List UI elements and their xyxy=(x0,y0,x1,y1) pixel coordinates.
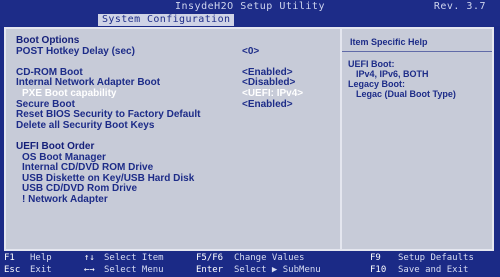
key-action-label: Select ▶ SubMenu xyxy=(234,265,321,275)
help-line: IPv4, IPv6, BOTH xyxy=(356,69,429,79)
setting-value[interactable]: <Disabled> xyxy=(242,77,295,88)
setting-usb-diskette-on-key-usb-hard-disk[interactable]: USB Diskette on Key/USB Hard Disk xyxy=(6,173,336,184)
tab-bar: System Configuration xyxy=(0,14,500,26)
setting-cd-rom-boot[interactable]: CD-ROM Boot <Enabled> xyxy=(6,67,336,78)
setting-internal-network-adapter-boot[interactable]: Internal Network Adapter Boot <Disabled> xyxy=(6,77,336,88)
setting-label: USB CD/DVD Rom Drive xyxy=(22,183,138,195)
setting-value[interactable]: <0> xyxy=(242,46,259,57)
key-save-and-exit: F10 xyxy=(370,265,387,275)
key-help: F1 xyxy=(4,253,15,263)
setting-label: UEFI Boot Order xyxy=(16,141,95,152)
setting-delete-all-security-boot-keys[interactable]: Delete all Security Boot Keys xyxy=(6,120,336,131)
setting-reset-bios-security-to-factory-default[interactable]: Reset BIOS Security to Factory Default xyxy=(6,109,336,120)
key-action-label: Select Menu xyxy=(104,265,164,275)
setting-usb-cd-dvd-rom-drive[interactable]: USB CD/DVD Rom Drive xyxy=(6,183,336,194)
bios-setup-screen: InsydeH2O Setup Utility Rev. 3.7 System … xyxy=(0,0,500,277)
key-action-label: Save and Exit xyxy=(398,265,469,275)
key-change-values: F5/F6 xyxy=(196,253,224,263)
key-setup-defaults: F9 xyxy=(370,253,381,263)
help-title: Item Specific Help xyxy=(350,37,428,47)
help-separator xyxy=(342,51,492,52)
setting-value[interactable]: <UEFI: IPv4> xyxy=(242,88,303,99)
setting-value[interactable]: <Enabled> xyxy=(242,99,293,110)
key-select-submenu: Enter xyxy=(196,265,224,275)
setting-label: Boot Options xyxy=(16,35,80,46)
setting-label: OS Boot Manager xyxy=(22,151,106,163)
key-action-label: Exit xyxy=(30,265,52,275)
setting-label: Reset BIOS Security to Factory Default xyxy=(16,109,201,121)
setting-os-boot-manager[interactable]: OS Boot Manager xyxy=(6,152,336,163)
key-action-label: Select Item xyxy=(104,253,164,263)
setting-label: Delete all Security Boot Keys xyxy=(16,119,155,131)
setting-label: ! Network Adapter xyxy=(22,194,108,205)
section-header: UEFI Boot Order xyxy=(6,141,336,152)
key-action-label: Help xyxy=(30,253,52,263)
setting-pxe-boot-capability[interactable]: PXE Boot capability <UEFI: IPv4> xyxy=(6,88,336,99)
setting-label: USB Diskette on Key/USB Hard Disk xyxy=(22,172,195,184)
help-line: UEFI Boot: xyxy=(348,59,395,69)
revision-label: Rev. 3.7 xyxy=(433,1,486,12)
setting-label: PXE Boot capability xyxy=(22,88,117,99)
setting-value[interactable]: <Enabled> xyxy=(242,67,293,78)
key-select-item: ↑↓ xyxy=(84,253,95,263)
setting-post-hotkey-delay-sec[interactable]: POST Hotkey Delay (sec) <0> xyxy=(6,46,336,57)
setting-label: POST Hotkey Delay (sec) xyxy=(16,45,135,57)
setting-label: Internal CD/DVD ROM Drive xyxy=(22,162,154,174)
key-action-label: Change Values xyxy=(234,253,305,263)
key-select-menu: ←→ xyxy=(84,265,95,275)
section-header: Boot Options xyxy=(6,35,336,46)
key-exit: Esc xyxy=(4,265,21,275)
title-bar: InsydeH2O Setup Utility Rev. 3.7 xyxy=(0,0,500,14)
setting-label: Secure Boot xyxy=(16,98,75,110)
help-line: Legacy Boot: xyxy=(348,79,406,89)
utility-title: InsydeH2O Setup Utility xyxy=(175,1,325,12)
setting-label: Internal Network Adapter Boot xyxy=(16,77,161,89)
setting-secure-boot[interactable]: Secure Boot <Enabled> xyxy=(6,99,336,110)
main-panel: Boot Options POST Hotkey Delay (sec) <0> CD… xyxy=(4,27,494,251)
setting-label: CD-ROM Boot xyxy=(16,66,83,78)
tab-system-configuration[interactable]: System Configuration xyxy=(98,14,235,26)
help-panel: Item Specific Help UEFI Boot: IPv4, IPv6,… xyxy=(342,29,492,249)
key-action-label: Setup Defaults xyxy=(398,253,474,263)
key-legend: F1 Help Esc Exit ↑↓ Select Item ←→ Select Menu F… xyxy=(0,251,500,277)
setting-internal-cd-dvd-rom-drive[interactable]: Internal CD/DVD ROM Drive xyxy=(6,162,336,173)
settings-list: Boot Options POST Hotkey Delay (sec) <0> CD… xyxy=(6,29,340,249)
setting-network-adapter[interactable]: ! Network Adapter xyxy=(6,194,336,205)
help-line: Legac (Dual Boot Type) xyxy=(356,89,456,99)
